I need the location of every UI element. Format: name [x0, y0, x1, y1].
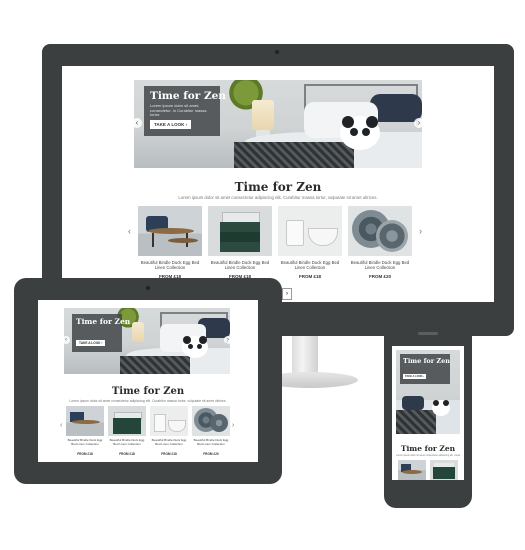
promo-title: Time for Zen [150, 90, 226, 102]
chevron-right-icon: › [185, 122, 188, 127]
product-card[interactable]: Beautiful Bindle Duck Egg Bed Linen Coll… [348, 206, 412, 286]
product-card[interactable] [430, 460, 458, 480]
tablet-bezel: Time for Zen TAKE A LOOK › ‹ › Time for … [14, 278, 282, 484]
take-a-look-button[interactable]: TAKE A LOOK › [403, 374, 427, 379]
tablet-screen: Time for Zen TAKE A LOOK › ‹ › Time for … [38, 300, 258, 462]
coffee-table-image [138, 206, 202, 256]
hero-next-arrow[interactable]: › [224, 336, 230, 344]
product-price: FROM £18 [161, 452, 177, 456]
product-card[interactable]: Beautiful Bindle Duck Egg Bed Linen Coll… [278, 206, 342, 286]
section-title: Time for Zen [400, 444, 456, 453]
product-name: Beautiful Bindle Duck Egg Bed Linen Coll… [193, 438, 229, 446]
take-a-look-button[interactable]: TAKE A LOOK › [150, 120, 192, 129]
promo-subtitle: Lorem ipsum dolor sit amet, consectetur.… [150, 103, 207, 118]
folded-towels-image [208, 206, 272, 256]
product-card[interactable] [398, 460, 426, 480]
product-card[interactable]: Beautiful Bindle Duck Egg Bed Linen Coll… [150, 406, 188, 460]
product-name: Beautiful Bindle Duck Egg Bed Linen Coll… [210, 260, 270, 271]
promo-box: Time for Zen TAKE A LOOK › [400, 354, 450, 384]
product-card[interactable]: Beautiful Bindle Duck Egg Bed Linen Coll… [138, 206, 202, 286]
chevron-right-icon: › [101, 341, 103, 345]
product-price: FROM £18 [119, 452, 135, 456]
section-description: Lorem ipsum dolor sit amet consectetur a… [396, 454, 460, 457]
carousel-next-icon[interactable]: › [232, 422, 234, 429]
panda-pillow-image [432, 400, 450, 416]
promo-title: Time for Zen [76, 317, 131, 326]
carousel-next-icon[interactable]: › [419, 226, 422, 236]
lamp-image [252, 100, 274, 130]
lamp-image [132, 322, 144, 342]
product-name: Beautiful Bindle Duck Egg Bed Linen Coll… [151, 438, 187, 446]
product-card[interactable]: Beautiful Bindle Duck Egg Bed Linen Coll… [108, 406, 146, 460]
speaker-icon [418, 332, 438, 335]
carousel-prev-icon[interactable]: ‹ [60, 422, 62, 429]
take-a-look-label: TAKE A LOOK [154, 122, 185, 127]
panda-pillow-image [340, 116, 380, 150]
phone-screen: Time for Zen TAKE A LOOK › Time for Zen … [392, 346, 464, 480]
product-name: Beautiful Bindle Duck Egg Bed Linen Coll… [350, 260, 410, 271]
product-name: Beautiful Bindle Duck Egg Bed Linen Coll… [280, 260, 340, 271]
product-name: Beautiful Bindle Duck Egg Bed Linen Coll… [140, 260, 200, 271]
product-card[interactable]: Beautiful Bindle Duck Egg Bed Linen Coll… [208, 206, 272, 286]
panda-pillow-image [182, 336, 208, 358]
carousel-prev-icon[interactable]: ‹ [128, 226, 131, 236]
take-a-look-button[interactable]: TAKE A LOOK › [76, 340, 106, 346]
product-name: Beautiful Bindle Duck Egg Bed Linen Coll… [67, 438, 103, 446]
product-card[interactable]: Beautiful Bindle Duck Egg Bed Linen Coll… [66, 406, 104, 460]
take-a-look-label: TAKE A LOOK [79, 341, 101, 345]
chevron-right-icon: › [423, 375, 425, 378]
camera-icon [146, 286, 150, 290]
mugs-bowls-image [150, 406, 188, 436]
promo-box: Time for Zen TAKE A LOOK › [72, 314, 130, 352]
hero-banner: Time for Zen TAKE A LOOK › ‹ › [64, 308, 230, 374]
phone-bezel: Time for Zen TAKE A LOOK › Time for Zen … [384, 322, 472, 508]
plates-image [348, 206, 412, 256]
hero-next-arrow[interactable]: › [414, 118, 422, 128]
product-price: FROM £18 [77, 452, 93, 456]
carousel-next-button[interactable]: › [282, 288, 292, 300]
product-price: FROM £18 [298, 274, 321, 279]
section-description: Lorem ipsum dolor sit amet consectetur a… [178, 195, 378, 200]
coffee-table-image [66, 406, 104, 436]
take-a-look-label: TAKE A LOOK [405, 375, 423, 378]
section-title: Time for Zen [234, 180, 322, 194]
section-title: Time for Zen [111, 386, 185, 397]
camera-icon [275, 50, 279, 54]
plates-image [192, 406, 230, 436]
monitor-screen: Time for Zen Lorem ipsum dolor sit amet,… [62, 66, 494, 302]
hero-banner: Time for Zen Lorem ipsum dolor sit amet,… [134, 80, 422, 168]
product-price: FROM £20 [203, 452, 219, 456]
product-price: FROM £20 [368, 274, 391, 279]
promo-title: Time for Zen [403, 357, 451, 365]
folded-towels-image [108, 406, 146, 436]
product-card[interactable]: Beautiful Bindle Duck Egg Bed Linen Coll… [192, 406, 230, 460]
coffee-table-image [398, 460, 426, 480]
product-name: Beautiful Bindle Duck Egg Bed Linen Coll… [109, 438, 145, 446]
hero-banner: Time for Zen TAKE A LOOK › [396, 350, 460, 434]
folded-towels-image [430, 460, 458, 480]
section-description: Lorem ipsum dolor sit amet consectetur a… [69, 399, 227, 403]
promo-box: Time for Zen Lorem ipsum dolor sit amet,… [144, 86, 226, 136]
mugs-bowls-image [278, 206, 342, 256]
